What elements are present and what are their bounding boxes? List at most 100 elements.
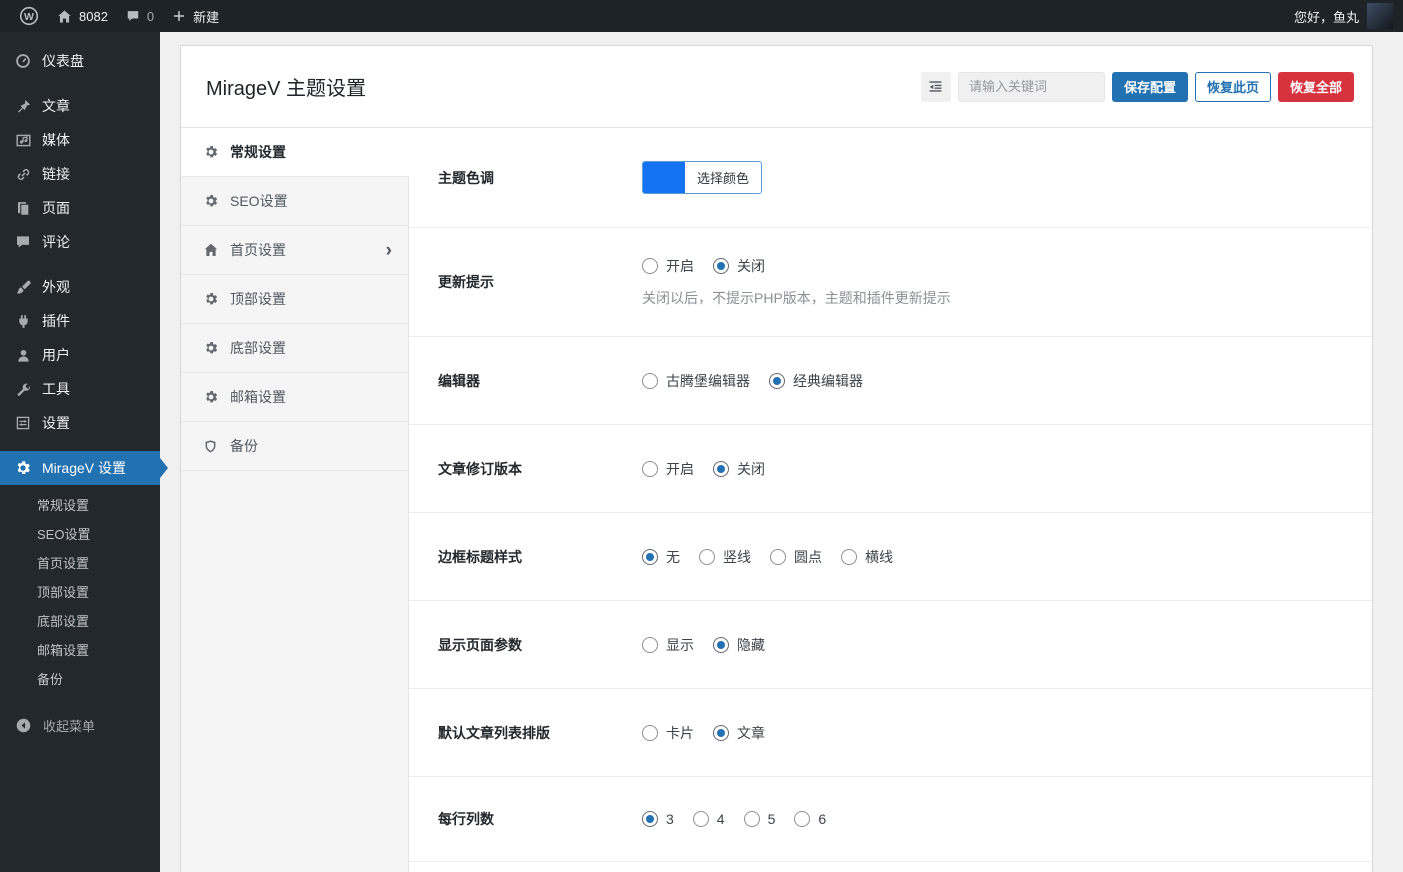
admin-bar: W 8082 0 新建 您好，鱼丸 [0,0,1403,32]
radio-option-off[interactable]: 关闭 [713,256,765,276]
sidebar-item-dashboard[interactable]: 仪表盘 [0,44,160,78]
radio-option-article[interactable]: 文章 [713,723,765,743]
setting-label: 更新提示 [438,274,494,290]
miragev-submenu: 常规设置 SEO设置 首页设置 顶部设置 底部设置 邮箱设置 备份 [0,485,160,700]
radio-option-6[interactable]: 6 [794,811,826,827]
keyword-search-input[interactable] [957,71,1105,102]
sidebar-item-tools[interactable]: 工具 [0,372,160,406]
radio-circle [642,636,658,653]
sidebar-item-links[interactable]: 链接 [0,157,160,191]
radio-option-classic[interactable]: 经典编辑器 [769,371,863,391]
collapse-menu-button[interactable]: 收起菜单 [0,708,160,742]
radio-option-off[interactable]: 关闭 [713,459,765,479]
setting-row-theme-color: 主题色调 选择颜色 [409,128,1372,228]
admin-bar-site-link[interactable]: 8082 [48,0,117,32]
comments-icon [126,9,140,23]
tab-general[interactable]: 常规设置 [181,128,409,177]
submenu-item-backup[interactable]: 备份 [0,664,160,693]
admin-bar-new[interactable]: 新建 [163,0,228,32]
radio-circle [699,548,715,565]
gear-icon [202,291,219,308]
color-picker-label: 选择颜色 [697,171,750,186]
radio-circle [642,258,658,274]
setting-description: 关闭以后，不提示PHP版本，主题和插件更新提示 [642,290,951,306]
radio-circle [841,548,857,565]
sidebar-item-settings[interactable]: 设置 [0,406,160,440]
radio-option-hide[interactable]: 隐藏 [713,635,765,655]
toggle-panel-button[interactable] [920,71,951,102]
sidebar-item-appearance[interactable]: 外观 [0,270,160,304]
radio-option-on[interactable]: 开启 [642,459,694,479]
setting-label: 每行列数 [438,811,494,827]
sidebar-item-comments[interactable]: 评论 [0,225,160,259]
radio-option-on[interactable]: 开启 [642,256,694,276]
home-icon [202,242,219,259]
site-name: 8082 [79,8,108,24]
radio-circle [642,724,658,741]
tab-homepage[interactable]: 首页设置 › [181,226,408,275]
svg-text:W: W [24,11,34,23]
tab-seo[interactable]: SEO设置 [181,177,408,226]
radio-option-5[interactable]: 5 [743,811,775,827]
comments-icon [13,232,33,252]
submenu-item-seo[interactable]: SEO设置 [0,519,160,548]
restore-page-button[interactable]: 恢复此页 [1194,71,1271,102]
radio-option-dot[interactable]: 圆点 [770,547,822,567]
color-picker-button[interactable]: 选择颜色 [642,161,763,194]
radio-circle [743,811,760,827]
sidebar-item-users[interactable]: 用户 [0,338,160,372]
setting-row-update-notice: 更新提示 开启 关闭 关闭以后，不提示PHP版本，主题和插件更新提示 [409,228,1372,337]
radio-option-4[interactable]: 4 [692,811,725,827]
page-title: MirageV 主题设置 [206,78,367,100]
rows-filler [409,862,1372,872]
wordpress-logo: W [19,6,39,26]
save-config-button[interactable]: 保存配置 [1111,71,1188,102]
sidebar-item-label: 文章 [42,98,70,114]
radio-option-gutenberg[interactable]: 古腾堡编辑器 [642,371,750,391]
submenu-item-general[interactable]: 常规设置 [0,490,160,519]
radio-option-horizontal-line[interactable]: 横线 [841,547,893,567]
tabs-filler [181,471,408,872]
radio-circle [642,460,658,477]
admin-bar-comments[interactable]: 0 [117,0,163,32]
radio-option-none[interactable]: 无 [642,547,680,567]
sidebar-item-pages[interactable]: 页面 [0,191,160,225]
radio-option-card[interactable]: 卡片 [642,723,694,743]
sidebar-item-miragev-settings[interactable]: MirageV 设置 [0,451,168,485]
settings-icon [13,413,33,433]
setting-row-post-list-layout: 默认文章列表排版 卡片 文章 [409,689,1372,777]
panel-header: MirageV 主题设置 保存配置 恢复此页 恢复全部 [181,46,1372,128]
radio-option-3[interactable]: 3 [642,811,674,827]
radio-circle-checked [642,811,658,827]
admin-bar-account[interactable]: 您好，鱼丸 [1294,3,1393,29]
submenu-item-homepage[interactable]: 首页设置 [0,548,160,577]
submenu-item-footer[interactable]: 底部设置 [0,606,160,635]
sidebar-item-media[interactable]: 媒体 [0,123,160,157]
tab-backup[interactable]: 备份 [181,422,408,471]
setting-label: 边框标题样式 [438,548,522,565]
setting-label: 显示页面参数 [438,636,522,653]
submenu-item-header[interactable]: 顶部设置 [0,577,160,606]
tab-header[interactable]: 顶部设置 [181,275,408,324]
radio-circle [642,372,658,389]
sidebar-item-posts[interactable]: 文章 [0,89,160,123]
radio-circle-checked [713,636,729,653]
sidebar-item-label: 页面 [42,200,70,216]
settings-rows: 主题色调 选择颜色 更新提示 开启 关闭 关闭以后，不提示PHP版本，主题和插件… [409,128,1372,872]
restore-all-button[interactable]: 恢复全部 [1277,71,1354,102]
wordpress-logo-menu[interactable]: W [10,0,48,32]
settings-tabs: 常规设置 SEO设置 首页设置 › 顶部设置 底部设置 邮箱设置 备份 [181,128,409,872]
radio-option-show[interactable]: 显示 [642,635,694,655]
outdent-icon [927,78,944,95]
tab-footer[interactable]: 底部设置 [181,324,408,373]
sidebar-item-label: 用户 [42,347,70,363]
sidebar-item-plugins[interactable]: 插件 [0,304,160,338]
radio-option-vertical-line[interactable]: 竖线 [699,547,751,567]
submenu-item-mail[interactable]: 邮箱设置 [0,635,160,664]
sidebar-item-label: 插件 [42,313,70,329]
pin-icon [13,96,33,116]
chevron-right-icon: › [385,239,392,261]
sidebar-item-label: 媒体 [42,132,70,148]
radio-circle-checked [642,548,658,565]
tab-mail[interactable]: 邮箱设置 [181,373,408,422]
